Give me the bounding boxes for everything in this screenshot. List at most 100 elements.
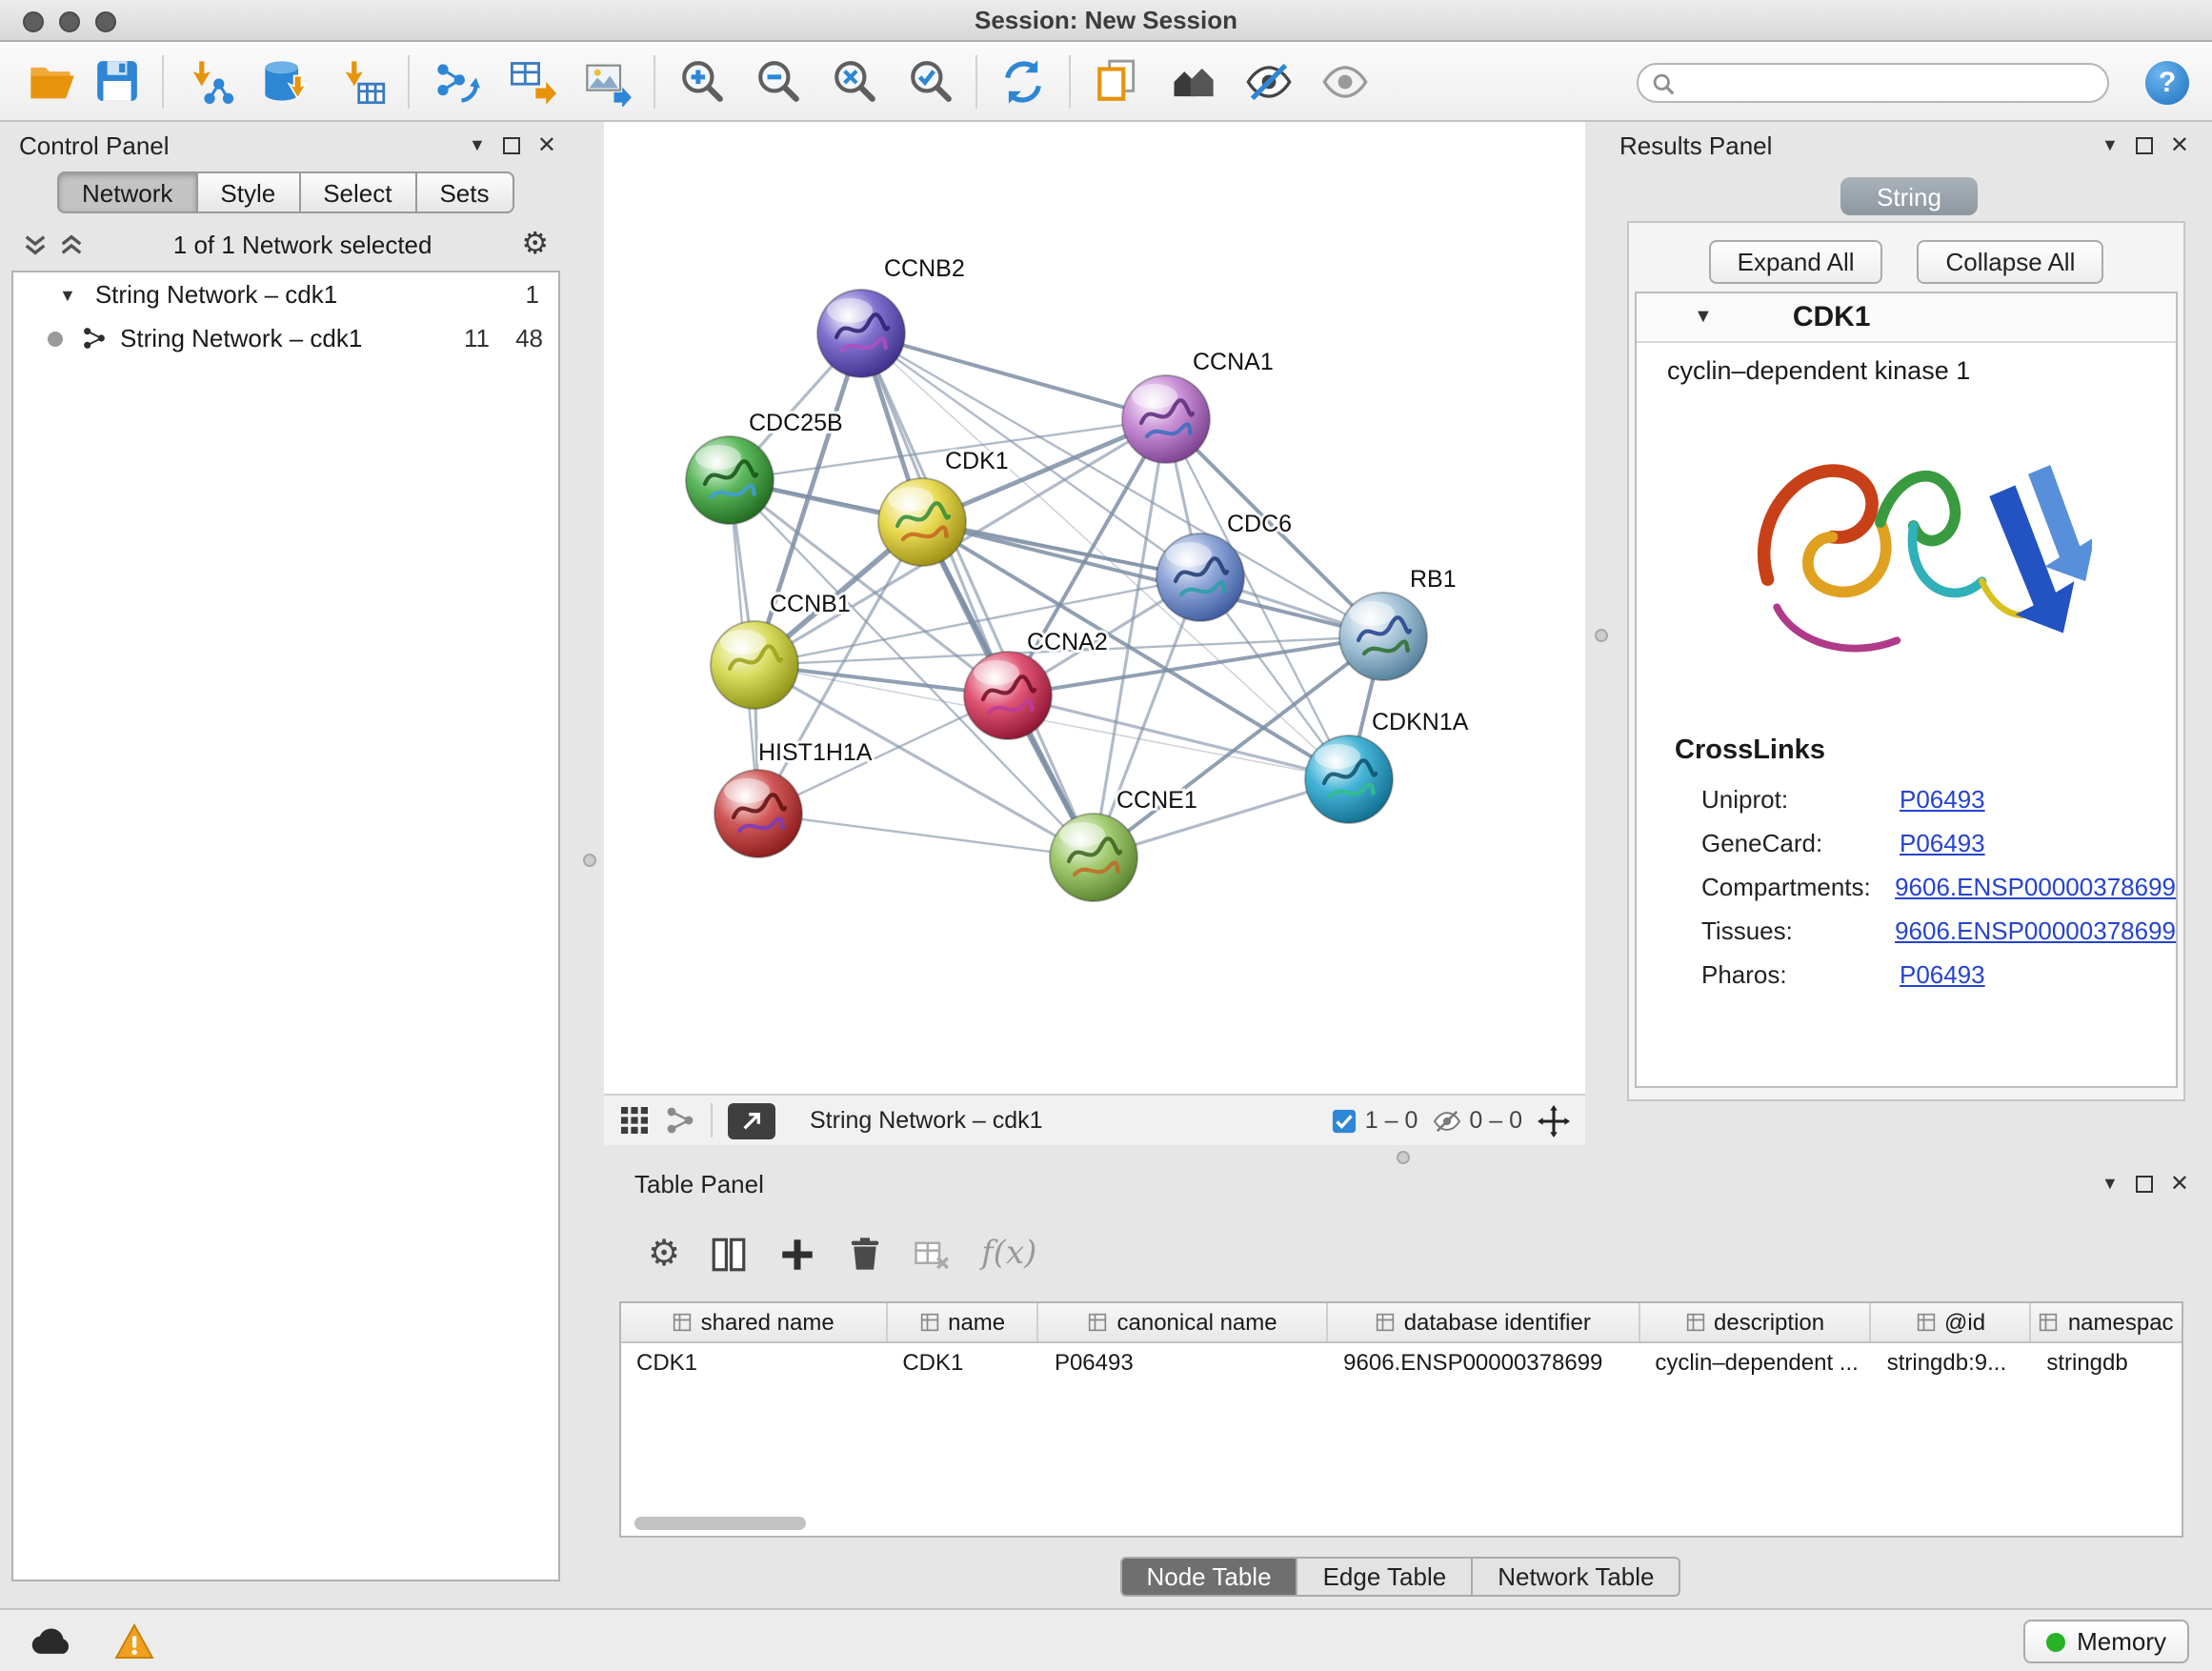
hide-selected-button[interactable] — [1237, 49, 1301, 113]
expand-all-button[interactable]: Expand All — [1709, 240, 1883, 284]
clear-table-icon[interactable] — [913, 1234, 953, 1274]
memory-button[interactable]: Memory — [2023, 1620, 2189, 1663]
new-network-from-selection-button[interactable] — [423, 49, 488, 113]
network-collection-row[interactable]: ▼ String Network – cdk1 1 — [13, 272, 558, 316]
column-header[interactable]: namespac — [2031, 1303, 2182, 1341]
network-node-rb1[interactable] — [1339, 593, 1427, 680]
function-builder-button[interactable]: f(x) — [981, 1235, 1036, 1273]
results-tab-string[interactable]: String — [1840, 177, 1978, 215]
network-share-icon[interactable] — [665, 1105, 695, 1136]
collection-expand-icon[interactable]: ▼ — [59, 285, 76, 304]
panel-maximize-icon[interactable] — [2136, 136, 2153, 153]
network-node-cdc25b[interactable] — [686, 436, 774, 524]
window-controls[interactable] — [23, 10, 116, 31]
save-session-button[interactable] — [84, 49, 149, 113]
apply-layout-button[interactable] — [991, 49, 1056, 113]
import-table-from-file-button[interactable] — [330, 49, 394, 113]
network-node-ccnb1[interactable] — [711, 621, 798, 709]
expand-all-icon[interactable] — [59, 232, 84, 256]
minimize-window-icon[interactable] — [59, 10, 80, 31]
zoom-in-button[interactable] — [669, 49, 734, 113]
export-image-button[interactable] — [575, 49, 640, 113]
home-view-button[interactable] — [1160, 49, 1225, 113]
network-edge[interactable] — [758, 814, 1094, 857]
network-node-cdc6[interactable] — [1156, 534, 1244, 621]
network-node-cdkn1a[interactable] — [1305, 735, 1393, 823]
zoom-window-icon[interactable] — [95, 10, 116, 31]
horizontal-scrollbar-thumb[interactable] — [634, 1517, 806, 1530]
bottom-splitter-handle[interactable] — [1397, 1151, 1410, 1164]
close-window-icon[interactable] — [23, 10, 44, 31]
compartments-link[interactable]: 9606.ENSP00000378699 — [1895, 873, 2176, 901]
panel-maximize-icon[interactable] — [503, 136, 520, 153]
network-edge[interactable] — [861, 333, 1166, 419]
column-header[interactable]: name — [887, 1303, 1039, 1341]
right-splitter-handle[interactable] — [1595, 629, 1608, 642]
network-node-hist1h1a[interactable] — [714, 770, 802, 857]
network-options-gear-icon[interactable]: ⚙ — [521, 225, 549, 263]
tab-edge-table[interactable]: Edge Table — [1298, 1557, 1474, 1597]
table-settings-gear-icon[interactable]: ⚙ — [648, 1232, 680, 1276]
panel-close-icon[interactable]: ✕ — [537, 131, 556, 158]
network-edge[interactable] — [861, 333, 1094, 857]
open-session-button[interactable] — [19, 49, 84, 113]
column-header[interactable]: @id — [1872, 1303, 2032, 1341]
network-node-cdk1[interactable] — [878, 478, 966, 566]
zoom-selected-button[interactable] — [897, 49, 962, 113]
tab-style[interactable]: Style — [197, 171, 300, 213]
manage-columns-icon[interactable] — [709, 1234, 749, 1274]
add-column-icon[interactable] — [777, 1234, 817, 1274]
column-header[interactable]: description — [1639, 1303, 1871, 1341]
zoom-out-button[interactable] — [745, 49, 810, 113]
search-field[interactable] — [1637, 63, 2109, 103]
zoom-fit-button[interactable] — [821, 49, 886, 113]
network-node-ccnb2[interactable] — [817, 290, 905, 377]
tab-network[interactable]: Network — [57, 171, 197, 213]
copy-document-button[interactable] — [1084, 49, 1149, 113]
warnings-button[interactable] — [107, 1620, 160, 1663]
birdseye-grid-icon[interactable] — [619, 1105, 650, 1136]
column-header[interactable]: canonical name — [1039, 1303, 1328, 1341]
open-in-new-window-button[interactable] — [728, 1102, 775, 1138]
import-network-from-database-button[interactable] — [253, 49, 318, 113]
network-node-ccne1[interactable] — [1050, 814, 1137, 901]
panel-float-icon[interactable]: ▼ — [2101, 1174, 2119, 1193]
import-network-from-file-button[interactable] — [177, 49, 242, 113]
tissues-link[interactable]: 9606.ENSP00000378699 — [1895, 916, 2176, 945]
network-view-canvas[interactable]: CCNB2CCNA1CDC25BCDK1CDC6RB1CCNB1CCNA2CDK… — [604, 122, 1585, 1094]
table-row[interactable]: CDK1 CDK1 P06493 9606.ENSP00000378699 cy… — [621, 1343, 2182, 1383]
left-splitter-handle[interactable] — [583, 854, 596, 867]
new-table-from-network-button[interactable] — [499, 49, 564, 113]
column-header[interactable]: database identifier — [1328, 1303, 1639, 1341]
tab-node-table[interactable]: Node Table — [1119, 1557, 1297, 1597]
checkbox-icon[interactable] — [1333, 1108, 1357, 1133]
panel-maximize-icon[interactable] — [2136, 1175, 2153, 1192]
zoom-fit-icon — [830, 57, 877, 105]
hidden-eye-icon[interactable] — [1433, 1108, 1461, 1133]
tab-sets[interactable]: Sets — [416, 171, 513, 213]
genecard-link[interactable]: P06493 — [1900, 829, 1985, 857]
collapse-all-icon[interactable] — [23, 232, 48, 256]
pan-crosshair-icon[interactable] — [1538, 1104, 1570, 1137]
network-graph[interactable]: CCNB2CCNA1CDC25BCDK1CDC6RB1CCNB1CCNA2CDK… — [604, 122, 1585, 1094]
gene-card-header[interactable]: ▼ CDK1 — [1637, 293, 2176, 343]
network-row-selected[interactable]: String Network – cdk1 11 48 — [13, 316, 558, 360]
panel-float-icon[interactable]: ▼ — [2101, 135, 2119, 154]
help-button[interactable]: ? — [2145, 61, 2189, 105]
panel-close-icon[interactable]: ✕ — [2170, 131, 2189, 158]
network-node-ccna1[interactable] — [1122, 375, 1210, 463]
network-node-ccna2[interactable] — [964, 652, 1052, 739]
delete-column-trash-icon[interactable] — [846, 1235, 884, 1273]
panel-close-icon[interactable]: ✕ — [2170, 1170, 2189, 1197]
tab-network-table[interactable]: Network Table — [1473, 1557, 1680, 1597]
collapse-gene-icon[interactable]: ▼ — [1694, 307, 1713, 328]
column-header[interactable]: shared name — [621, 1303, 887, 1341]
collapse-all-button[interactable]: Collapse All — [1918, 240, 2104, 284]
cloud-status-button[interactable] — [23, 1620, 80, 1663]
search-input[interactable] — [1684, 67, 2107, 99]
panel-float-icon[interactable]: ▼ — [469, 135, 486, 154]
tab-select[interactable]: Select — [300, 171, 416, 213]
uniprot-link[interactable]: P06493 — [1900, 785, 1985, 814]
show-all-button[interactable] — [1313, 49, 1377, 113]
pharos-link[interactable]: P06493 — [1900, 960, 1985, 989]
